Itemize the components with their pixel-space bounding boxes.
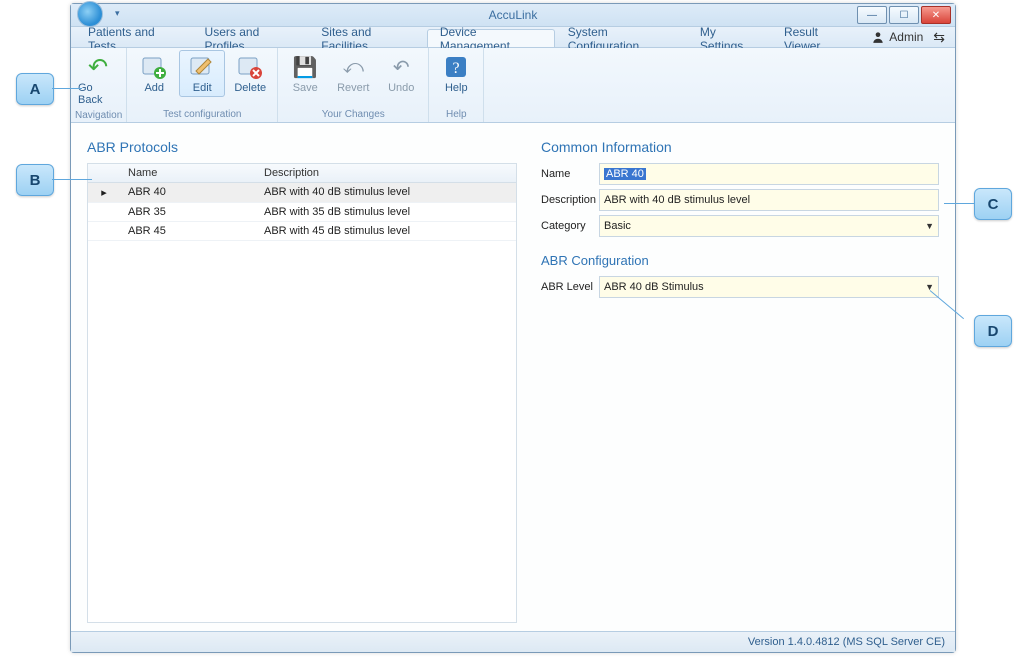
statusbar: Version 1.4.0.4812 (MS SQL Server CE) [71, 631, 955, 652]
window-title: AccuLink [71, 8, 955, 22]
col-header-description[interactable]: Description [256, 164, 516, 182]
window-buttons: — ☐ ✕ [857, 6, 951, 24]
row-name: ABR 35 [120, 203, 256, 221]
add-icon [141, 54, 167, 80]
ribbon-group-navigation: ↶ Go Back Navigation [71, 48, 127, 122]
ribbon-group-label: Help [433, 108, 479, 122]
chevron-down-icon: ▼ [925, 221, 934, 231]
label-abr-level: ABR Level [541, 281, 599, 293]
callout-a: A [16, 73, 54, 105]
callout-b-line [52, 179, 92, 180]
delete-icon [237, 54, 263, 80]
col-header-name[interactable]: Name [120, 164, 256, 182]
app-logo-icon[interactable] [77, 1, 103, 27]
row-desc: ABR with 45 dB stimulus level [256, 222, 516, 240]
right-panel: Common Information Name ABR 40 Descripti… [541, 133, 939, 623]
ribbon-group-your-changes: 💾 Save ⤺ Revert ↶ Undo Your Changes [278, 48, 429, 122]
go-back-icon: ↶ [85, 54, 111, 80]
table-row[interactable]: ▸ ABR 40 ABR with 40 dB stimulus level [88, 183, 516, 203]
tab-patients-tests[interactable]: Patients and Tests [75, 29, 192, 47]
callout-c-line [944, 203, 974, 204]
callout-a-line [52, 88, 82, 89]
row-desc: ABR with 40 dB stimulus level [256, 183, 516, 202]
save-icon: 💾 [292, 54, 318, 80]
ribbon: ↶ Go Back Navigation Add Edit [71, 48, 955, 123]
section-title-common-info: Common Information [541, 139, 939, 155]
titlebar: ▾ AccuLink — ☐ ✕ [71, 4, 955, 27]
name-field[interactable]: ABR 40 [599, 163, 939, 185]
content-area: ABR Protocols Name Description ▸ ABR 40 … [71, 123, 955, 631]
left-panel: ABR Protocols Name Description ▸ ABR 40 … [87, 133, 517, 623]
protocol-table-header: Name Description [88, 164, 516, 183]
save-button[interactable]: 💾 Save [282, 50, 328, 97]
help-icon: ? [443, 54, 469, 80]
table-row[interactable]: ABR 45 ABR with 45 dB stimulus level [88, 222, 516, 241]
ribbon-group-label: Navigation [75, 109, 122, 123]
row-desc: ABR with 35 dB stimulus level [256, 203, 516, 221]
version-label: Version 1.4.0.4812 (MS SQL Server CE) [748, 636, 945, 648]
delete-button[interactable]: Delete [227, 50, 273, 97]
protocol-table: Name Description ▸ ABR 40 ABR with 40 dB… [87, 163, 517, 623]
add-button[interactable]: Add [131, 50, 177, 97]
form-row-abr-level: ABR Level ABR 40 dB Stimulus ▼ [541, 276, 939, 298]
label-description: Description [541, 194, 599, 206]
minimize-button[interactable]: — [857, 6, 887, 24]
description-field[interactable]: ABR with 40 dB stimulus level [599, 189, 939, 211]
section-title-abr-config: ABR Configuration [541, 253, 939, 268]
ribbon-group-label: Test configuration [131, 108, 273, 122]
user-box[interactable]: Admin ⇆ [865, 27, 951, 47]
menubar: Patients and Tests Users and Profiles Si… [71, 27, 955, 48]
label-category: Category [541, 220, 599, 232]
row-selected-marker-icon: ▸ [88, 183, 120, 202]
label-name: Name [541, 168, 599, 180]
row-name: ABR 45 [120, 222, 256, 240]
abr-level-dropdown[interactable]: ABR 40 dB Stimulus ▼ [599, 276, 939, 298]
maximize-button[interactable]: ☐ [889, 6, 919, 24]
tab-system-configuration[interactable]: System Configuration [555, 29, 687, 47]
edit-button[interactable]: Edit [179, 50, 225, 97]
tab-device-management[interactable]: Device Management [427, 29, 555, 47]
row-name: ABR 40 [120, 183, 256, 202]
tab-users-profiles[interactable]: Users and Profiles [192, 29, 309, 47]
category-dropdown[interactable]: Basic ▼ [599, 215, 939, 237]
callout-b: B [16, 164, 54, 196]
help-button[interactable]: ? Help [433, 50, 479, 97]
protocol-table-body: ▸ ABR 40 ABR with 40 dB stimulus level A… [88, 183, 516, 241]
form-row-category: Category Basic ▼ [541, 215, 939, 237]
app-window: ▾ AccuLink — ☐ ✕ Patients and Tests User… [70, 3, 956, 653]
tab-sites-facilities[interactable]: Sites and Facilities [308, 29, 427, 47]
go-back-button[interactable]: ↶ Go Back [75, 50, 121, 109]
tab-my-settings[interactable]: My Settings [687, 29, 771, 47]
callout-c: C [974, 188, 1012, 220]
svg-text:?: ? [453, 60, 460, 77]
revert-button[interactable]: ⤺ Revert [330, 50, 376, 97]
qat-customize-icon[interactable]: ▾ [115, 8, 125, 22]
tab-result-viewer[interactable]: Result Viewer [771, 29, 865, 47]
ribbon-group-help: ? Help Help [429, 48, 484, 122]
switch-user-icon[interactable]: ⇆ [933, 29, 945, 46]
section-title-abr-protocols: ABR Protocols [87, 139, 517, 155]
undo-button[interactable]: ↶ Undo [378, 50, 424, 97]
ribbon-group-test-config: Add Edit Delete Test configuration [127, 48, 278, 122]
close-button[interactable]: ✕ [921, 6, 951, 24]
edit-icon [189, 54, 215, 80]
user-label: Admin [889, 30, 923, 44]
callout-d: D [974, 315, 1012, 347]
form-row-description: Description ABR with 40 dB stimulus leve… [541, 189, 939, 211]
undo-icon: ↶ [388, 54, 414, 80]
user-icon [871, 30, 885, 44]
ribbon-group-label: Your Changes [282, 108, 424, 122]
revert-icon: ⤺ [340, 54, 366, 80]
table-row[interactable]: ABR 35 ABR with 35 dB stimulus level [88, 203, 516, 222]
form-row-name: Name ABR 40 [541, 163, 939, 185]
